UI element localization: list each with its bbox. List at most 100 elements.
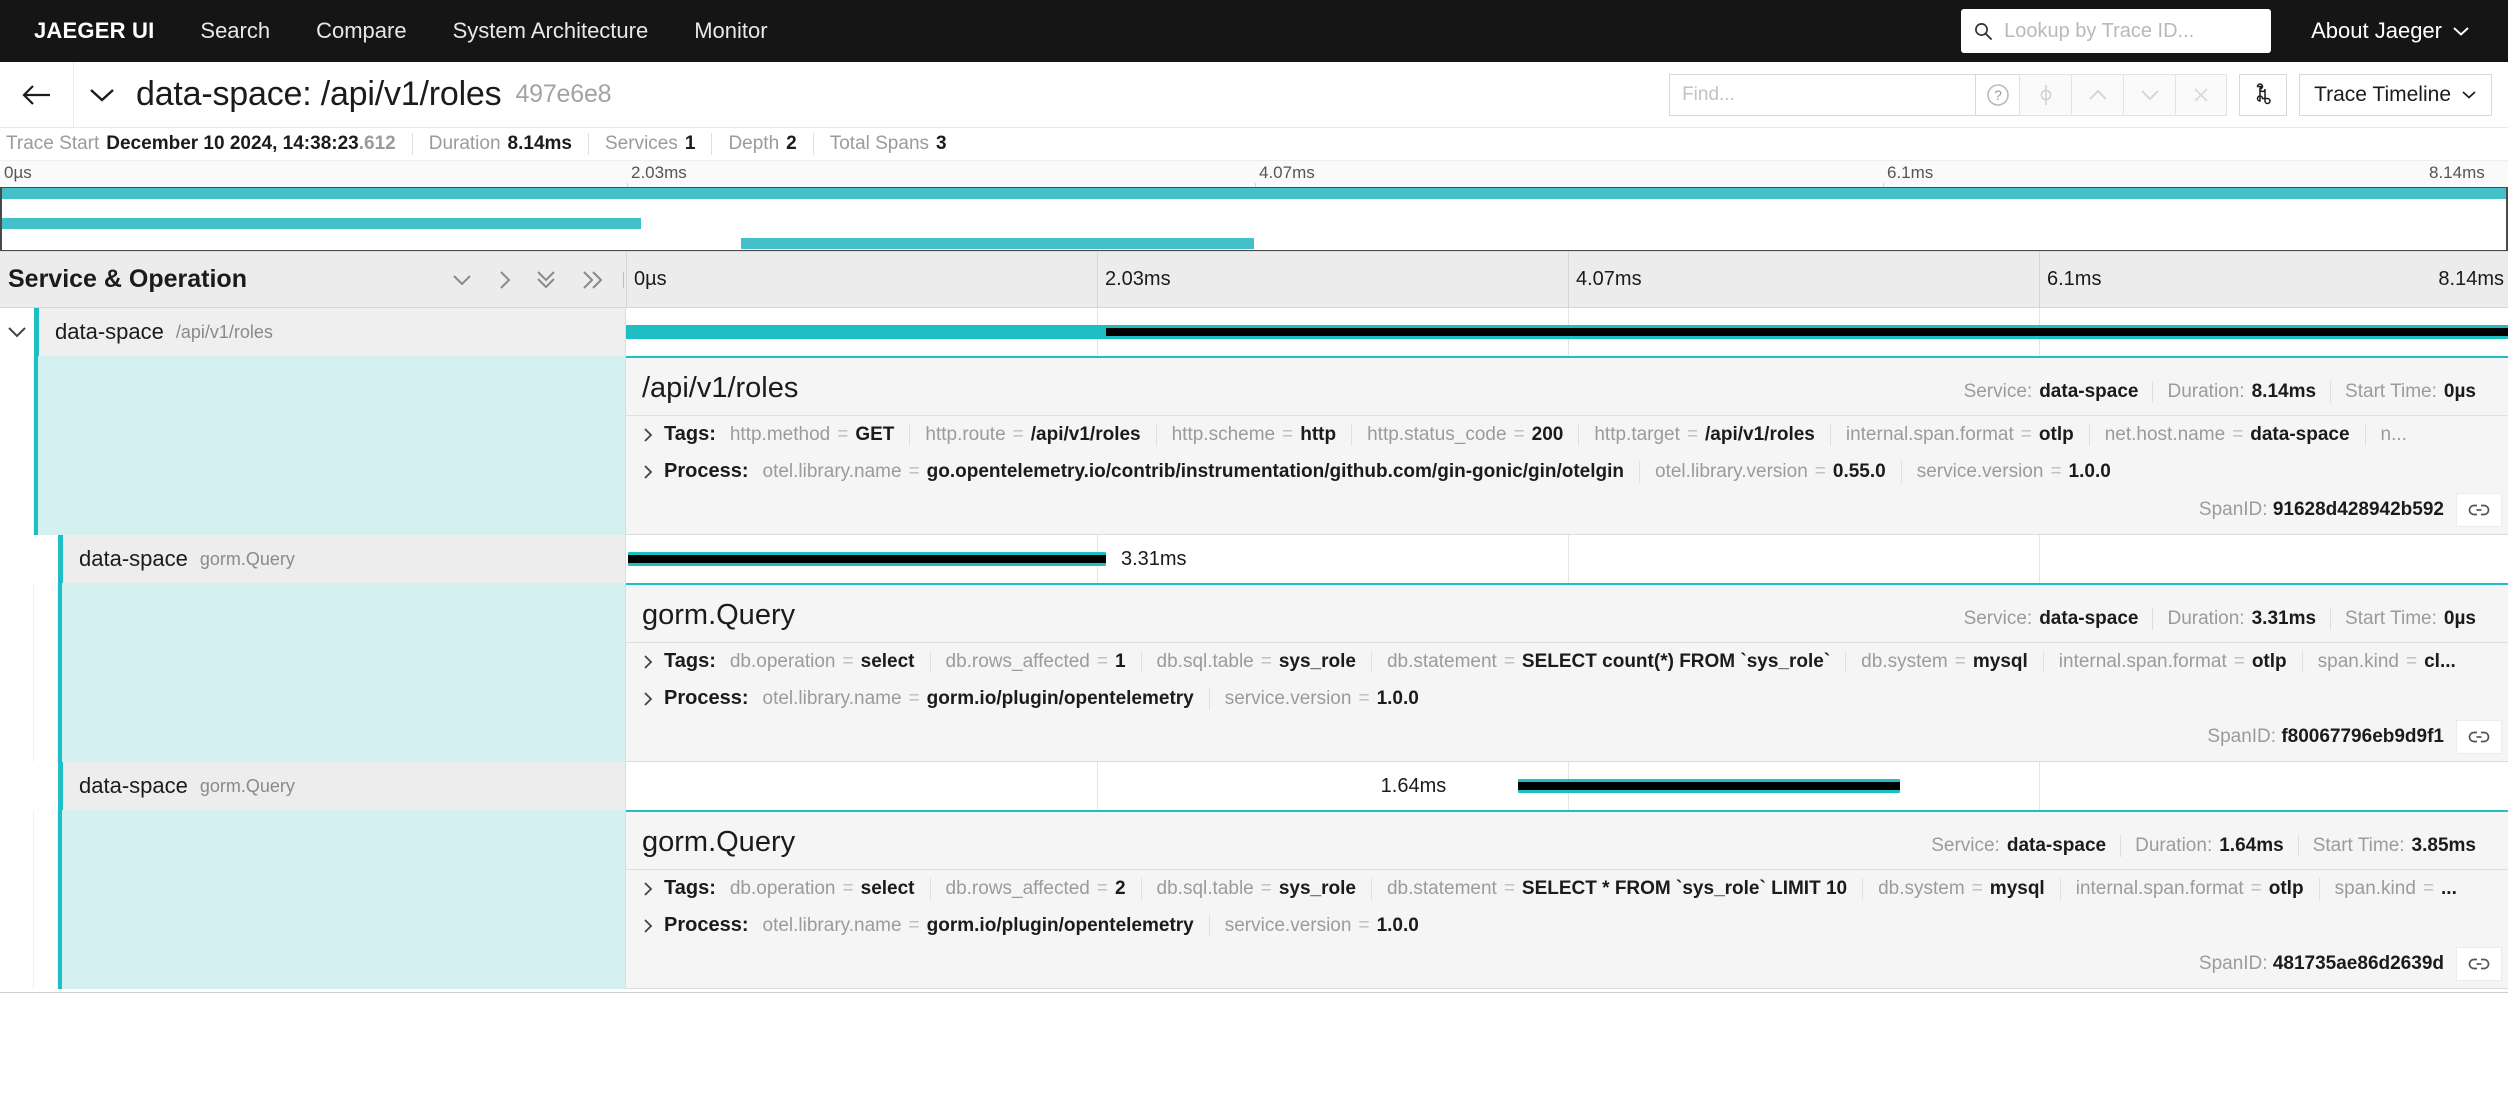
process-chip[interactable]: otel.library.name=gorm.io/plugin/opentel… [763, 915, 1209, 937]
chevron-right-icon[interactable] [642, 463, 664, 481]
detail-service: Service: data-space [1950, 608, 2153, 630]
trace-minimap[interactable]: 0µs 2.03ms 4.07ms 6.1ms 8.14ms [0, 160, 2508, 252]
tag-chip[interactable]: db.rows_affected=2 [930, 878, 1141, 900]
nav-link-compare[interactable]: Compare [316, 18, 406, 44]
copy-span-link-button[interactable] [2456, 493, 2502, 527]
span-tags-row[interactable]: Tags: db.operation=select db.rows_affect… [626, 870, 2508, 907]
process-chip[interactable]: otel.library.name=gorm.io/plugin/opentel… [763, 688, 1209, 710]
span-tags-row[interactable]: Tags: http.method=GET http.route=/api/v1… [626, 416, 2508, 453]
chevron-right-icon[interactable] [642, 917, 664, 935]
tag-chip-truncated[interactable]: n... [2365, 424, 2422, 446]
span-row-label[interactable]: data-space /api/v1/roles [0, 308, 626, 356]
span-tags-row[interactable]: Tags: db.operation=select db.rows_affect… [626, 643, 2508, 680]
tag-chip[interactable]: http.status_code=200 [1351, 424, 1578, 446]
tag-chip[interactable]: db.sql.table=sys_role [1141, 878, 1371, 900]
process-chip[interactable]: service.version=1.0.0 [1209, 688, 1434, 710]
trace-id-lookup[interactable] [1961, 9, 2271, 53]
process-chip[interactable]: otel.library.name=go.opentelemetry.io/co… [763, 461, 1640, 483]
detail-value: 3.31ms [2252, 608, 2316, 630]
tag-chip[interactable]: internal.span.format=otlp [2060, 878, 2319, 900]
about-jaeger-menu[interactable]: About Jaeger [2311, 18, 2478, 44]
process-chip[interactable]: service.version=1.0.0 [1901, 461, 2126, 483]
table-row[interactable]: data-space gorm.Query 3.31ms [0, 535, 2508, 583]
minimap-viewport[interactable] [0, 187, 2508, 251]
span-duration-bar[interactable] [1518, 779, 1900, 793]
span-detail-header: gorm.Query Service: data-space Duration:… [626, 812, 2508, 870]
span-operation-name: gorm.Query [200, 776, 295, 797]
tag-chip[interactable]: span.kind=... [2319, 878, 2472, 900]
tag-chip[interactable]: net.host.name=data-space [2089, 424, 2365, 446]
span-process-row[interactable]: Process: otel.library.name=go.openteleme… [626, 453, 2508, 490]
minimap-tick: 6.1ms [1887, 163, 1933, 183]
span-detail-gutter [0, 583, 626, 762]
tag-chip[interactable]: internal.span.format=otlp [2043, 651, 2302, 673]
chevron-right-icon[interactable] [642, 653, 664, 671]
chevron-right-icon[interactable] [496, 268, 512, 292]
copy-span-link-button[interactable] [2456, 947, 2502, 981]
chevron-down-icon [2461, 89, 2477, 100]
span-process-row[interactable]: Process: otel.library.name=gorm.io/plugi… [626, 907, 2508, 944]
span-row-label[interactable]: data-space gorm.Query [0, 535, 626, 583]
tag-chip[interactable]: internal.span.format=otlp [1830, 424, 2089, 446]
clear-find-button[interactable] [2175, 74, 2227, 116]
view-mode-selector[interactable]: Trace Timeline [2299, 74, 2492, 116]
process-chip-list: otel.library.name=gorm.io/plugin/opentel… [763, 688, 1434, 710]
span-bar-container: 3.31ms [626, 535, 2508, 583]
chevron-right-icon[interactable] [642, 880, 664, 898]
nav-link-monitor[interactable]: Monitor [694, 18, 767, 44]
span-row-label[interactable]: data-space gorm.Query [0, 762, 626, 810]
prev-match-button[interactable] [2071, 74, 2123, 116]
detail-label: Service: [1931, 835, 2000, 857]
span-expand-toggle[interactable] [0, 308, 34, 356]
tag-chip[interactable]: http.scheme=http [1156, 424, 1351, 446]
tag-chip[interactable]: http.method=GET [730, 424, 910, 446]
chevron-right-icon[interactable] [642, 690, 664, 708]
tag-chip[interactable]: span.kind=cl... [2302, 651, 2471, 673]
keyboard-shortcuts-button[interactable] [2239, 74, 2287, 116]
nav-link-search[interactable]: Search [200, 18, 270, 44]
double-chevron-right-icon[interactable] [580, 269, 604, 291]
tags-label: Tags: [664, 423, 716, 446]
jaeger-logo[interactable]: JAEGER UI [34, 18, 154, 44]
tag-chip[interactable]: db.system=mysql [1862, 878, 2060, 900]
tag-chip[interactable]: db.sql.table=sys_role [1141, 651, 1371, 673]
tag-chip[interactable]: http.target=/api/v1/roles [1578, 424, 1830, 446]
find-input[interactable] [1680, 83, 1965, 107]
table-row[interactable]: data-space gorm.Query 1.64ms [0, 762, 2508, 810]
process-chip[interactable]: otel.library.version=0.55.0 [1639, 461, 1901, 483]
tag-chip[interactable]: db.statement=SELECT count(*) FROM `sys_r… [1371, 651, 1845, 673]
next-match-button[interactable] [2123, 74, 2175, 116]
span-id-value: 91628d428942b592 [2273, 499, 2444, 520]
span-process-row[interactable]: Process: otel.library.name=gorm.io/plugi… [626, 680, 2508, 717]
timeline-scale-header: 0µs 2.03ms 4.07ms 6.1ms 8.14ms [626, 252, 2508, 307]
tag-chip[interactable]: db.statement=SELECT * FROM `sys_role` LI… [1371, 878, 1862, 900]
copy-span-link-button[interactable] [2456, 720, 2502, 754]
span-row-timeline[interactable]: 3.31ms [626, 535, 2508, 583]
span-service-name: data-space [55, 319, 164, 345]
tag-chip[interactable]: db.operation=select [730, 878, 930, 900]
back-button[interactable] [0, 62, 74, 128]
span-row-timeline[interactable] [626, 308, 2508, 356]
span-row-timeline[interactable]: 1.64ms [626, 762, 2508, 810]
trace-detail-toggle[interactable] [74, 62, 130, 128]
double-chevron-down-icon[interactable] [534, 269, 558, 291]
link-icon [2467, 729, 2491, 745]
tag-chip[interactable]: db.operation=select [730, 651, 930, 673]
span-service-name: data-space [79, 773, 188, 799]
collapse-one-icon[interactable] [450, 272, 474, 288]
tag-chip[interactable]: http.route=/api/v1/roles [909, 424, 1155, 446]
find-field[interactable] [1669, 74, 1975, 116]
nav-link-system-architecture[interactable]: System Architecture [453, 18, 649, 44]
meta-value: 1 [685, 133, 696, 155]
span-duration-bar[interactable] [628, 552, 1106, 566]
tag-chip[interactable]: db.system=mysql [1845, 651, 2043, 673]
table-row[interactable]: data-space /api/v1/roles [0, 308, 2508, 356]
chevron-right-icon[interactable] [642, 426, 664, 444]
span-child-overlay-wrap [1518, 325, 2508, 339]
process-chip[interactable]: service.version=1.0.0 [1209, 915, 1434, 937]
find-help-button[interactable]: ? [1975, 74, 2019, 116]
trace-id-input[interactable] [2002, 19, 2259, 44]
span-color-bar [34, 308, 39, 356]
tag-chip[interactable]: db.rows_affected=1 [930, 651, 1141, 673]
focus-matches-button[interactable] [2019, 74, 2071, 116]
